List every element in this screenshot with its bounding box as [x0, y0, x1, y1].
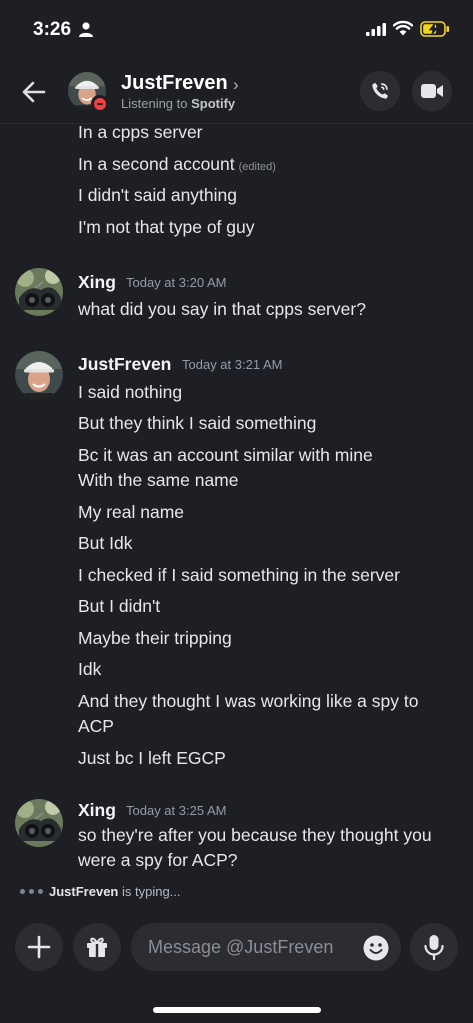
wifi-icon [393, 20, 413, 36]
message-text: I'm not that type of guy [78, 217, 255, 237]
message-timestamp: Today at 3:21 AM [182, 357, 283, 372]
phone-call-icon [372, 82, 389, 99]
typing-dots-icon [20, 889, 43, 894]
message-text: I didn't said anything [78, 185, 238, 205]
message-text: I said nothing [78, 382, 183, 402]
message-text: so they're after you because they though… [78, 825, 432, 845]
microphone-icon [424, 935, 444, 960]
message-timestamp: Today at 3:25 AM [126, 803, 227, 818]
message-text: In a cpps server [78, 122, 203, 142]
message-author[interactable]: JustFreven [78, 352, 171, 376]
home-indicator[interactable] [153, 1007, 321, 1013]
status-bar: 3:26 [0, 0, 473, 58]
edited-tag: (edited) [238, 161, 276, 173]
avatar[interactable] [15, 268, 63, 316]
battery-charging-icon [420, 21, 449, 37]
message-input[interactable]: Message @JustFreven [131, 923, 401, 971]
message-input-placeholder: Message @JustFreven [148, 937, 334, 957]
video-call-button[interactable] [412, 71, 452, 111]
message-timestamp: Today at 3:20 AM [126, 275, 227, 290]
gift-icon [87, 937, 107, 957]
chat-header: JustFreven › Listening to Spotify [0, 60, 473, 124]
back-arrow-icon[interactable] [20, 78, 48, 106]
status-time: 3:26 [33, 19, 72, 40]
emoji-icon[interactable] [363, 935, 389, 961]
message-text: In a second account (edited) [78, 154, 276, 174]
message-text: With the same name [78, 470, 239, 490]
gift-button[interactable] [73, 923, 121, 971]
message-text: And they thought I was working like a sp… [78, 691, 419, 711]
message-list[interactable]: In a cpps server In a second account (edi… [0, 118, 473, 908]
message-author[interactable]: Xing [78, 798, 116, 822]
avatar[interactable] [15, 351, 63, 399]
add-attachment-button[interactable] [15, 923, 63, 971]
message-text: were a spy for ACP? [78, 850, 238, 870]
message-author[interactable]: Xing [78, 270, 116, 294]
message-composer: Message @JustFreven [0, 920, 473, 980]
message-text: But I didn't [78, 596, 161, 616]
contact-name[interactable]: JustFreven [121, 72, 228, 95]
message-text: ACP [78, 716, 114, 736]
message-text: what did you say in that cpps server? [78, 299, 366, 319]
plus-icon [27, 935, 51, 959]
signal-icon [366, 23, 386, 36]
message-text: Bc it was an account similar with mine [78, 445, 373, 465]
message-text: My real name [78, 502, 185, 522]
dnd-status-badge [91, 95, 108, 112]
chevron-right-icon[interactable]: › [233, 75, 239, 95]
message-text: Idk [78, 659, 102, 679]
message-text: Maybe their tripping [78, 628, 232, 648]
message-text: Just bc I left EGCP [78, 748, 226, 768]
message-text: But Idk [78, 533, 133, 553]
video-camera-icon [421, 84, 443, 98]
typing-indicator: JustFreven is typing... [20, 884, 181, 899]
voice-message-button[interactable] [410, 923, 458, 971]
activity-status: Listening to Spotify [121, 96, 236, 111]
person-icon [79, 22, 93, 37]
message-text: I checked if I said something in the ser… [78, 565, 400, 585]
avatar[interactable] [15, 799, 63, 847]
voice-call-button[interactable] [360, 71, 400, 111]
message-text: But they think I said something [78, 413, 317, 433]
